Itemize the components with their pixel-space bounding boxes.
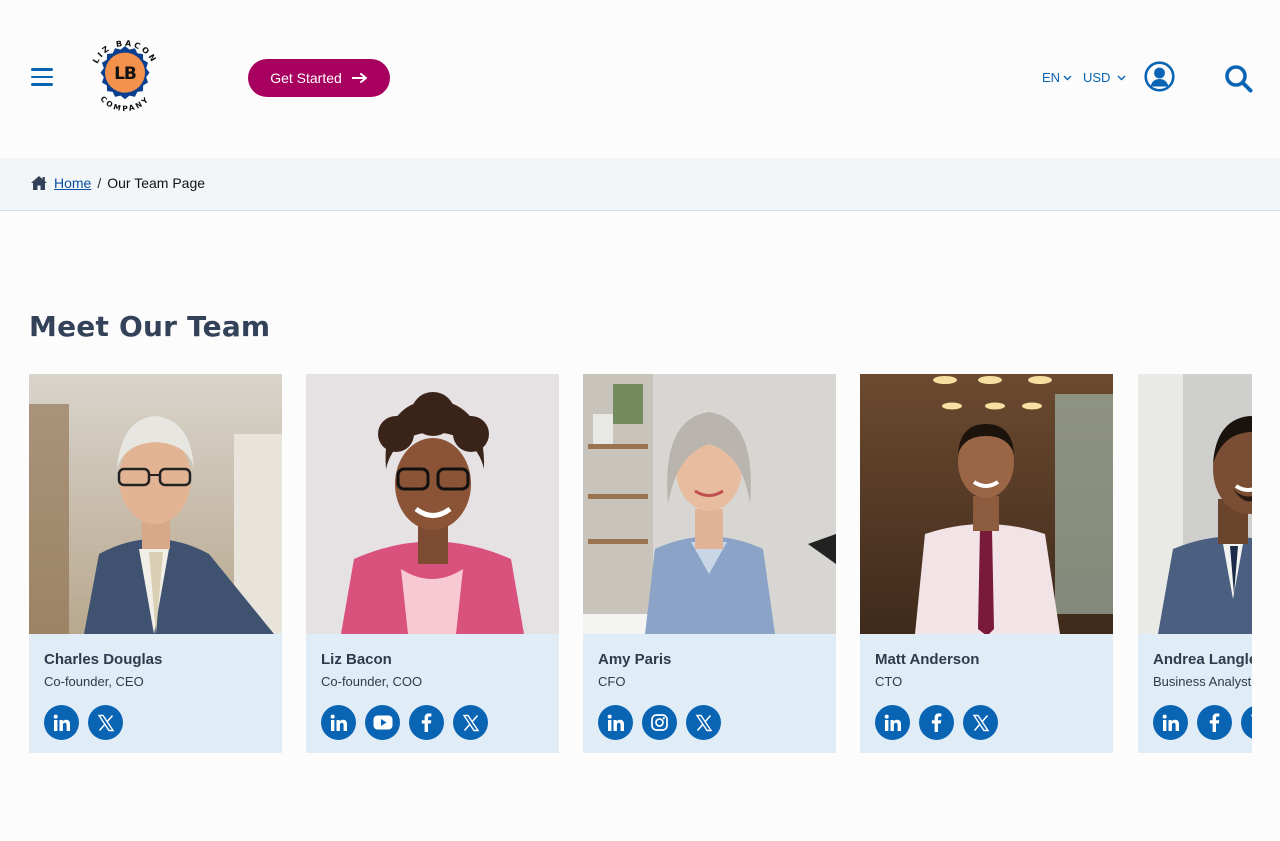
chevron-down-icon (1117, 75, 1126, 80)
arrow-right-icon (351, 73, 368, 83)
home-icon (31, 176, 47, 190)
breadcrumb-bar: Home / Our Team Page (0, 158, 1280, 211)
x-icon[interactable] (88, 705, 123, 740)
company-logo[interactable]: LIZ BACON LB COMPANY (82, 29, 168, 123)
team-member-role: Co-founder, CEO (44, 674, 144, 689)
team-card[interactable]: Amy Paris CFO (583, 374, 836, 753)
hamburger-menu-icon[interactable] (31, 68, 53, 88)
team-member-role: Co-founder, COO (321, 674, 423, 689)
team-member-name: Matt Anderson (875, 651, 980, 668)
logo-monogram: LB (114, 64, 136, 84)
get-started-button[interactable]: Get Started (248, 59, 390, 97)
team-member-name: Charles Douglas (44, 651, 163, 668)
team-member-name: Andrea Langley (1153, 651, 1252, 668)
linkedin-icon[interactable] (44, 705, 79, 740)
instagram-icon[interactable] (642, 705, 677, 740)
language-selector[interactable]: EN (1042, 70, 1072, 85)
team-member-role: CFO (598, 674, 626, 689)
linkedin-icon[interactable] (321, 705, 356, 740)
breadcrumb: Home / Our Team Page (30, 175, 205, 191)
chevron-down-icon (1063, 75, 1072, 80)
team-card[interactable]: Charles Douglas Co-founder, CEO (29, 374, 282, 753)
team-member-role: CTO (875, 674, 903, 689)
page-title: Meet Our Team (29, 310, 271, 343)
breadcrumb-separator: / (97, 175, 102, 191)
team-member-photo (583, 374, 836, 634)
x-icon[interactable] (453, 705, 488, 740)
x-icon[interactable] (686, 705, 721, 740)
team-member-photo (306, 374, 559, 634)
currency-value: USD (1083, 70, 1111, 85)
team-carousel: Charles Douglas Co-founder, CEO Liz Baco… (29, 374, 1252, 754)
x-icon[interactable] (1241, 705, 1252, 740)
site-header: LIZ BACON LB COMPANY Get Started EN USD (0, 0, 1280, 158)
linkedin-icon[interactable] (598, 705, 633, 740)
team-card[interactable]: Matt Anderson CTO (860, 374, 1113, 753)
x-icon[interactable] (963, 705, 998, 740)
team-member-role: Business Analyst (1153, 674, 1252, 689)
breadcrumb-current: Our Team Page (107, 175, 206, 191)
get-started-label: Get Started (270, 70, 342, 86)
linkedin-icon[interactable] (875, 705, 910, 740)
language-value: EN (1042, 70, 1061, 85)
team-card[interactable]: Liz Bacon Co-founder, COO (306, 374, 559, 753)
team-member-photo (29, 374, 282, 634)
facebook-icon[interactable] (1197, 705, 1232, 740)
facebook-icon[interactable] (409, 705, 444, 740)
facebook-icon[interactable] (919, 705, 954, 740)
linkedin-icon[interactable] (1153, 705, 1188, 740)
team-member-name: Amy Paris (598, 651, 672, 668)
team-member-photo (860, 374, 1113, 634)
youtube-icon[interactable] (365, 705, 400, 740)
team-member-photo (1138, 374, 1252, 634)
currency-selector[interactable]: USD (1083, 70, 1126, 85)
breadcrumb-home-link[interactable]: Home (54, 175, 91, 191)
user-account-icon[interactable] (1144, 61, 1175, 92)
team-member-name: Liz Bacon (321, 651, 392, 668)
search-icon[interactable] (1224, 64, 1253, 93)
team-card[interactable]: Andrea Langley Business Analyst (1138, 374, 1252, 753)
